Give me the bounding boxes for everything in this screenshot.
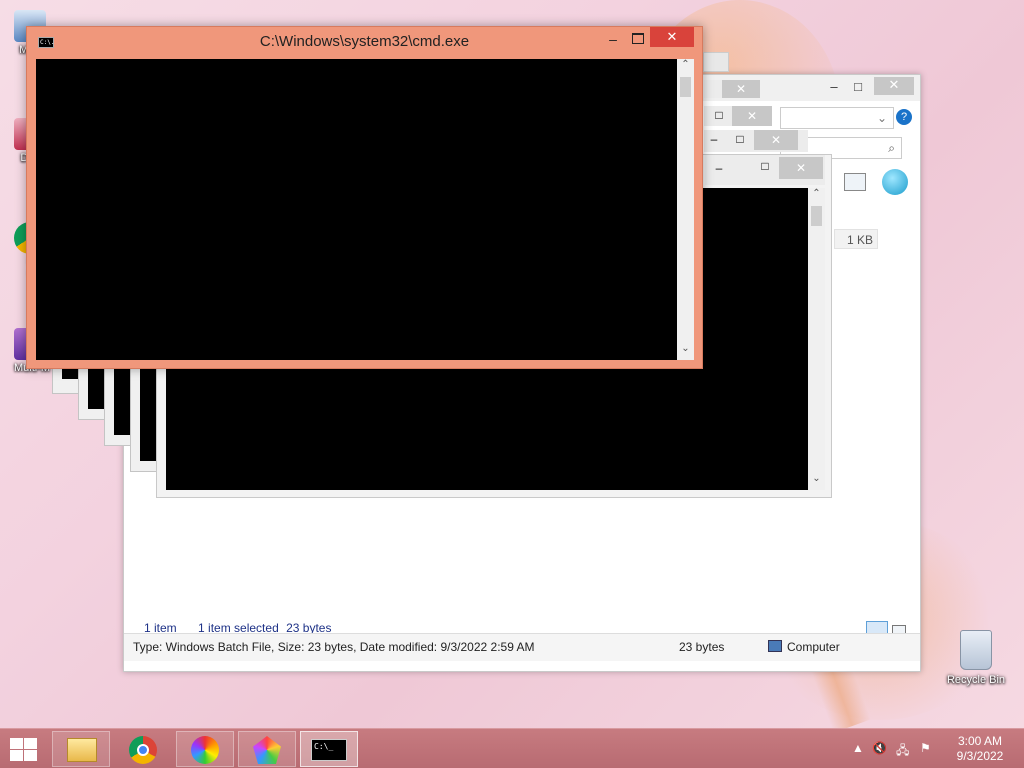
chrome-icon	[129, 736, 157, 764]
status-location: Computer	[787, 640, 840, 654]
explorer-minimize-button[interactable]: –	[824, 79, 844, 97]
maximize-icon[interactable]: □	[730, 132, 750, 148]
show-hidden-icons-icon[interactable]: ▲	[852, 741, 864, 755]
close-button[interactable]: ✕	[650, 27, 694, 47]
cmd-back-titlebar[interactable]: – □ ✕	[705, 155, 825, 185]
action-center-icon[interactable]: ⚑	[920, 741, 931, 755]
file-size-cell: 1 KB	[834, 229, 878, 249]
chevron-down-icon[interactable]: ⌄	[877, 111, 887, 125]
scroll-thumb[interactable]	[811, 206, 822, 226]
windows-logo-icon	[10, 738, 23, 749]
address-bar[interactable]: ⌄	[780, 107, 894, 129]
explorer-maximize-button[interactable]: □	[848, 79, 868, 97]
cmd-scrollbar[interactable]: ⌃ ⌄	[677, 59, 694, 360]
clock[interactable]: 3:00 AM 9/3/2022	[940, 734, 1020, 764]
scroll-thumb[interactable]	[680, 77, 691, 97]
taskbar-cmd[interactable]: C:\_	[300, 731, 358, 767]
close-icon[interactable]: ✕	[732, 106, 772, 126]
taskbar-photo-app[interactable]	[176, 731, 234, 767]
minimize-icon[interactable]: –	[704, 132, 724, 148]
minimize-button[interactable]: –	[601, 31, 625, 49]
scroll-up-icon[interactable]: ⌃	[808, 188, 825, 205]
cmd-back-scrollbar[interactable]: ⌃ ⌄	[808, 188, 825, 490]
recycle-bin-icon	[960, 630, 992, 670]
taskbar-chrome[interactable]	[114, 731, 172, 767]
scroll-down-icon[interactable]: ⌄	[808, 473, 825, 490]
start-button[interactable]	[8, 737, 38, 761]
clock-date: 9/3/2022	[956, 749, 1004, 763]
explorer-status-bar: Type: Windows Batch File, Size: 23 bytes…	[124, 633, 920, 661]
taskbar-multi-app[interactable]	[238, 731, 296, 767]
cmd-console[interactable]	[36, 59, 677, 360]
cmd-window[interactable]: C:\. C:\Windows\system32\cmd.exe – ✕ ⌃ ⌄	[26, 26, 703, 369]
recycle-bin-label: Recycle Bin	[946, 674, 1006, 686]
status-type: Type: Windows Batch File, Size: 23 bytes…	[133, 640, 535, 654]
pentagon-icon	[253, 736, 281, 764]
status-size: 23 bytes	[679, 640, 725, 654]
taskbar: C:\_ ▲ 🔇 🖧 ⚑ 3:00 AM 9/3/2022	[0, 728, 1024, 768]
aperture-icon	[191, 736, 219, 764]
scroll-down-icon[interactable]: ⌄	[677, 343, 694, 360]
folder-icon	[67, 738, 97, 762]
explorer-close-button[interactable]: ✕	[874, 77, 914, 95]
stack-titlebar-4[interactable]: – □ ✕	[704, 130, 808, 152]
cmd-icon: C:\_	[311, 739, 347, 761]
maximize-button[interactable]	[626, 29, 650, 47]
network-icon[interactable]: 🖧	[896, 741, 909, 762]
globe-icon[interactable]	[882, 169, 908, 195]
scroll-up-icon[interactable]: ⌃	[677, 59, 694, 76]
computer-icon	[768, 640, 782, 652]
taskbar-file-explorer[interactable]	[52, 731, 110, 767]
minimize-icon[interactable]: –	[709, 161, 729, 175]
stack-titlebar-1[interactable]	[703, 52, 729, 72]
desktop-icon-recycle-bin[interactable]: Recycle Bin	[940, 630, 1012, 686]
search-icon: ⌕	[888, 141, 895, 155]
volume-muted-icon[interactable]: 🔇	[872, 741, 887, 755]
close-icon[interactable]: ✕	[722, 80, 760, 98]
stack-titlebar-3[interactable]: □ ✕	[704, 106, 772, 126]
maximize-icon[interactable]: □	[755, 159, 775, 173]
stack-titlebar-2[interactable]: ✕	[704, 80, 760, 98]
clock-time: 3:00 AM	[957, 734, 1003, 748]
close-icon[interactable]: ✕	[754, 130, 798, 150]
help-icon[interactable]: ?	[896, 109, 912, 125]
maximize-icon[interactable]: □	[710, 108, 728, 124]
close-icon[interactable]: ✕	[779, 157, 823, 179]
preview-pane-icon[interactable]	[844, 173, 866, 191]
